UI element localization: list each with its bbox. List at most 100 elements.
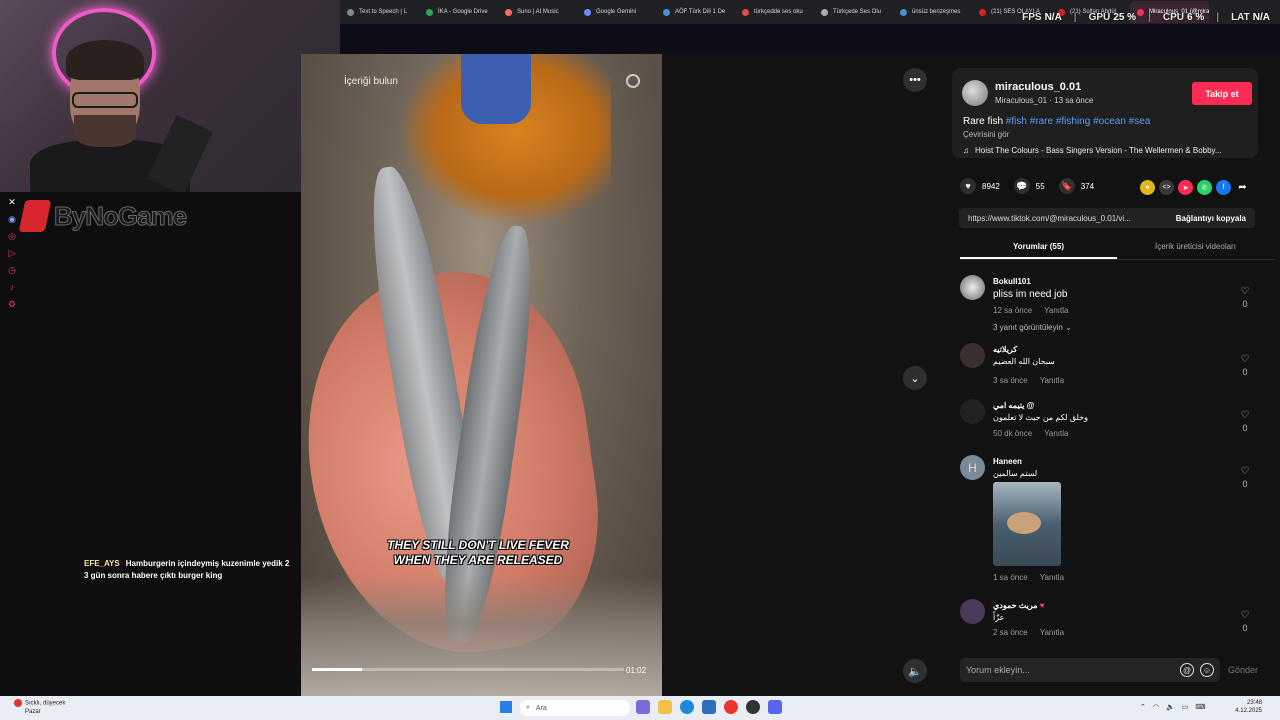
- discord-icon[interactable]: ◉: [8, 213, 16, 225]
- opera-icon[interactable]: [724, 700, 738, 714]
- search-icon[interactable]: [626, 74, 640, 88]
- coin-icon[interactable]: ●: [1140, 180, 1155, 195]
- edge-icon[interactable]: [680, 700, 694, 714]
- creator-username[interactable]: miraculous_0.01: [995, 81, 1081, 93]
- language-icon[interactable]: ⌨: [1195, 703, 1205, 711]
- battery-icon[interactable]: ▭: [1182, 703, 1189, 711]
- emoji-icon[interactable]: ☺: [1200, 663, 1214, 677]
- like-button[interactable]: ♥ 8942: [960, 178, 1000, 194]
- comment-like[interactable]: ♡ 0: [1238, 466, 1252, 489]
- wifi-icon[interactable]: ◠: [1153, 703, 1159, 711]
- stream-chat-message: EFE_AYS Hamburgerin içindeymiş kuzenimle …: [84, 558, 294, 582]
- whatsapp-icon[interactable]: ✆: [1197, 180, 1212, 195]
- comment-username[interactable]: Haneen: [993, 457, 1022, 466]
- tab-comments[interactable]: Yorumlar (55): [960, 238, 1117, 259]
- browser-tab[interactable]: Text to Speech | L: [340, 1, 419, 23]
- comment-like[interactable]: ♡ 0: [1238, 354, 1252, 377]
- creator-avatar[interactable]: [962, 80, 988, 106]
- copilot-icon[interactable]: [636, 700, 650, 714]
- reply-button[interactable]: Yanıtla: [1040, 573, 1064, 582]
- clock[interactable]: 23:48 4.12.2025: [1235, 699, 1262, 715]
- hashtags[interactable]: #fish #rare #fishing #ocean #sea: [1006, 116, 1151, 127]
- save-button[interactable]: 🔖 374: [1058, 178, 1094, 194]
- comment-like[interactable]: ♡ 0: [1238, 410, 1252, 433]
- reply-button[interactable]: Yanıtla: [1040, 628, 1064, 637]
- store-icon[interactable]: [702, 700, 716, 714]
- system-tray: ⌃ ◠ 🔈 ▭ ⌨: [1140, 703, 1205, 711]
- browser-tab[interactable]: AÖF Türk Dili 1 De: [656, 1, 735, 23]
- comment-avatar[interactable]: [960, 599, 985, 624]
- comment-like[interactable]: ♡ 0: [1238, 610, 1252, 633]
- browser-tab[interactable]: Türkçede Ses Olu: [814, 1, 893, 23]
- comment-button[interactable]: 💬 55: [1013, 178, 1045, 194]
- send-icon[interactable]: ➤: [1178, 180, 1193, 195]
- weather-widget[interactable]: Sıcklı, düyecek Pazar: [14, 699, 65, 716]
- share-buttons: ● <> ➤ ✆ f ➦: [1140, 180, 1250, 195]
- browser-tab[interactable]: İKA - Google Drive: [419, 1, 498, 23]
- comment-list: Bokull101 pliss im need job 12 sa önce Ya…: [960, 272, 1260, 642]
- instagram-icon[interactable]: ◎: [8, 230, 16, 242]
- comment-input[interactable]: Yorum ekleyin... @ ☺: [960, 658, 1220, 682]
- send-button[interactable]: Gönder: [1228, 665, 1258, 675]
- creator-card: miraculous_0.01 Miraculous_01 · 13 sa ön…: [952, 68, 1258, 158]
- volume-icon[interactable]: 🔈: [1166, 703, 1175, 711]
- content-search[interactable]: İçeriği bulun: [340, 68, 660, 94]
- search-input[interactable]: İçeriği bulun: [344, 76, 626, 87]
- heart-outline-icon: ♡: [1240, 286, 1250, 297]
- browser-tab[interactable]: türkçedde ses oku: [735, 1, 814, 23]
- comment-text: سبحان الله العضيم: [993, 357, 1055, 366]
- comment-username[interactable]: Bokull101: [993, 277, 1031, 286]
- music-track[interactable]: ♫ Hoist The Colours - Bass Singers Versio…: [963, 146, 1222, 155]
- comment-like[interactable]: ♡ 0: [1238, 286, 1252, 309]
- video-player[interactable]: [301, 54, 662, 696]
- reply-button[interactable]: Yanıtla: [1044, 429, 1068, 438]
- video-progress-bar[interactable]: [312, 668, 624, 671]
- browser-tab[interactable]: ünsüz benzeşmes: [893, 1, 972, 23]
- share-url[interactable]: https://www.tiktok.com/@miraculous_0.01/…: [959, 214, 1167, 223]
- browser-tab[interactable]: Google Gemini: [577, 1, 656, 23]
- youtube-icon[interactable]: ▷: [9, 247, 16, 259]
- comment-image[interactable]: [993, 482, 1061, 566]
- x-icon[interactable]: ✕: [8, 196, 16, 208]
- reply-button[interactable]: Yanıtla: [1044, 306, 1068, 315]
- comment-avatar[interactable]: H: [960, 455, 985, 480]
- browser-tab[interactable]: Suno | AI Music: [498, 1, 577, 23]
- comment-username[interactable]: مريث حمودي ♥: [993, 601, 1045, 610]
- share-arrow-icon[interactable]: ➦: [1235, 180, 1250, 195]
- tab-creator-videos[interactable]: İçerik üreticisi videoları: [1117, 238, 1274, 259]
- discord-taskbar-icon[interactable]: [768, 700, 782, 714]
- comment-username[interactable]: يتيمه امي @: [993, 401, 1034, 410]
- file-explorer-icon[interactable]: [658, 700, 672, 714]
- mention-icon[interactable]: @: [1180, 663, 1194, 677]
- comment-item: Bokull101 pliss im need job 12 sa önce Ya…: [960, 272, 1260, 340]
- tiktok-header: [340, 24, 1280, 54]
- copy-link-button[interactable]: Bağlantıyı kopyala: [1167, 214, 1255, 223]
- heart-outline-icon: ♡: [1240, 610, 1250, 621]
- comment-avatar[interactable]: [960, 343, 985, 368]
- bookmark-icon: 🔖: [1058, 178, 1075, 194]
- windows-start-icon[interactable]: [500, 701, 512, 713]
- view-replies-button[interactable]: 3 yanıt görüntüleyin ⌄: [993, 323, 1072, 332]
- follow-button[interactable]: Takip et: [1192, 82, 1252, 105]
- taskbar-search[interactable]: ⌕ Ara: [520, 700, 630, 716]
- chevron-up-icon[interactable]: ⌃: [1140, 703, 1146, 711]
- translate-link[interactable]: Çevirisini gör: [963, 130, 1009, 139]
- next-video-button[interactable]: ⌄: [903, 366, 927, 390]
- stream-sidebar: ✕ ◉ ◎ ▷ ◷ ♪ ⚙ ByNoGame EFE_AYS Hamburgeri…: [0, 192, 301, 696]
- volume-button[interactable]: 🔈: [903, 659, 927, 683]
- comment-item: يتيمه امي @ وخلق لكم من حيث لا تعلمون 50…: [960, 396, 1260, 452]
- comment-avatar[interactable]: [960, 275, 985, 300]
- chrome-icon[interactable]: [746, 700, 760, 714]
- video-time: 01:02: [626, 666, 647, 675]
- settings-icon[interactable]: ⚙: [8, 298, 16, 310]
- kick-icon[interactable]: ◷: [8, 264, 16, 276]
- chevron-down-icon: ⌄: [1065, 323, 1072, 332]
- heart-emoji-icon: ♥: [1039, 601, 1045, 610]
- comment-username[interactable]: كريلاتيه: [993, 345, 1017, 354]
- embed-icon[interactable]: <>: [1159, 180, 1174, 195]
- more-options-button[interactable]: •••: [903, 68, 927, 92]
- tiktok-icon[interactable]: ♪: [10, 281, 15, 293]
- comment-avatar[interactable]: [960, 399, 985, 424]
- reply-button[interactable]: Yanıtla: [1040, 376, 1064, 385]
- facebook-icon[interactable]: f: [1216, 180, 1231, 195]
